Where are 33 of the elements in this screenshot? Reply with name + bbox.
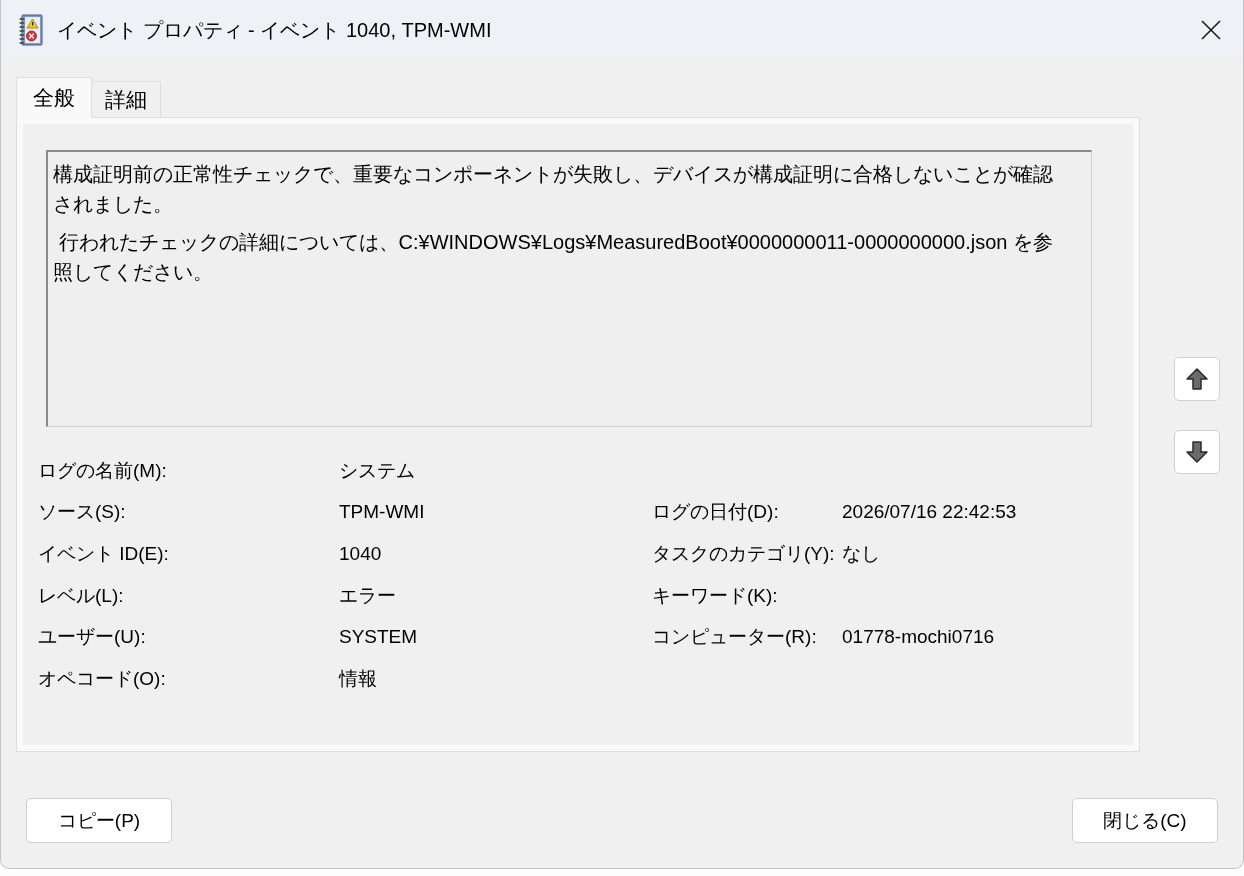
next-button[interactable] [1174, 430, 1220, 474]
field-value: SYSTEM [339, 626, 418, 649]
field-value: 1040 [339, 543, 382, 565]
field-label: レベル(L): [38, 583, 124, 608]
field-value: 01778-mochi0716 [842, 626, 995, 649]
copy-button[interactable]: コピー(P) [26, 798, 172, 843]
message-field[interactable]: 構成証明前の正常性チェックで、重要なコンポーネントが失敗し、デバイスが構成証明に合格しないことが確認されました。 行われたチェックの詳細については、C:¥WINDOWS¥Logs¥MeasuredBoot¥0000000011-0000000000.json を参照してください。 [46, 150, 1092, 427]
message-paragraph: 行われたチェックの詳細については、C:¥WINDOWS¥Logs¥MeasuredBoot¥0000000011-0000000000.json を参照してください。 [53, 230, 1055, 285]
field-label: イベント ID(E): [38, 542, 169, 566]
field-label: ソース(S): [38, 500, 126, 525]
field-value: 情報 [339, 666, 377, 691]
arrow-up-icon [1185, 367, 1209, 391]
field-label: ログの日付(D): [652, 500, 779, 525]
field-label: キーワード(K): [652, 583, 778, 608]
field-label: タスクのカテゴリ(Y): [652, 542, 835, 566]
close-icon [1201, 20, 1221, 40]
previous-button[interactable] [1174, 357, 1220, 401]
field-value: システム [339, 458, 415, 483]
message-paragraph: 構成証明前の正常性チェックで、重要なコンポーネントが失敗し、デバイスが構成証明に合格しないことが確認されました。 [53, 162, 1054, 217]
field-value: エラー [339, 583, 396, 608]
field-value: TPM-WMI [339, 501, 425, 524]
field-value: 2026/07/16 22:42:53 [842, 501, 1017, 524]
window-title: イベント プロパティ - イベント 1040, TPM-WMI [57, 17, 492, 43]
field-label: ログの名前(M): [38, 458, 167, 483]
notebook-warning-icon [19, 14, 43, 46]
tab[interactable]: 詳細 [91, 81, 161, 118]
arrow-down-icon [1185, 440, 1209, 464]
tab[interactable]: 全般 [16, 77, 92, 118]
field-label: オペコード(O): [38, 666, 166, 691]
close-dialog-button[interactable]: 閉じる(C) [1072, 798, 1218, 843]
field-value: なし [842, 542, 880, 566]
field-label: コンピューター(R): [652, 625, 817, 650]
field-label: ユーザー(U): [38, 625, 146, 650]
